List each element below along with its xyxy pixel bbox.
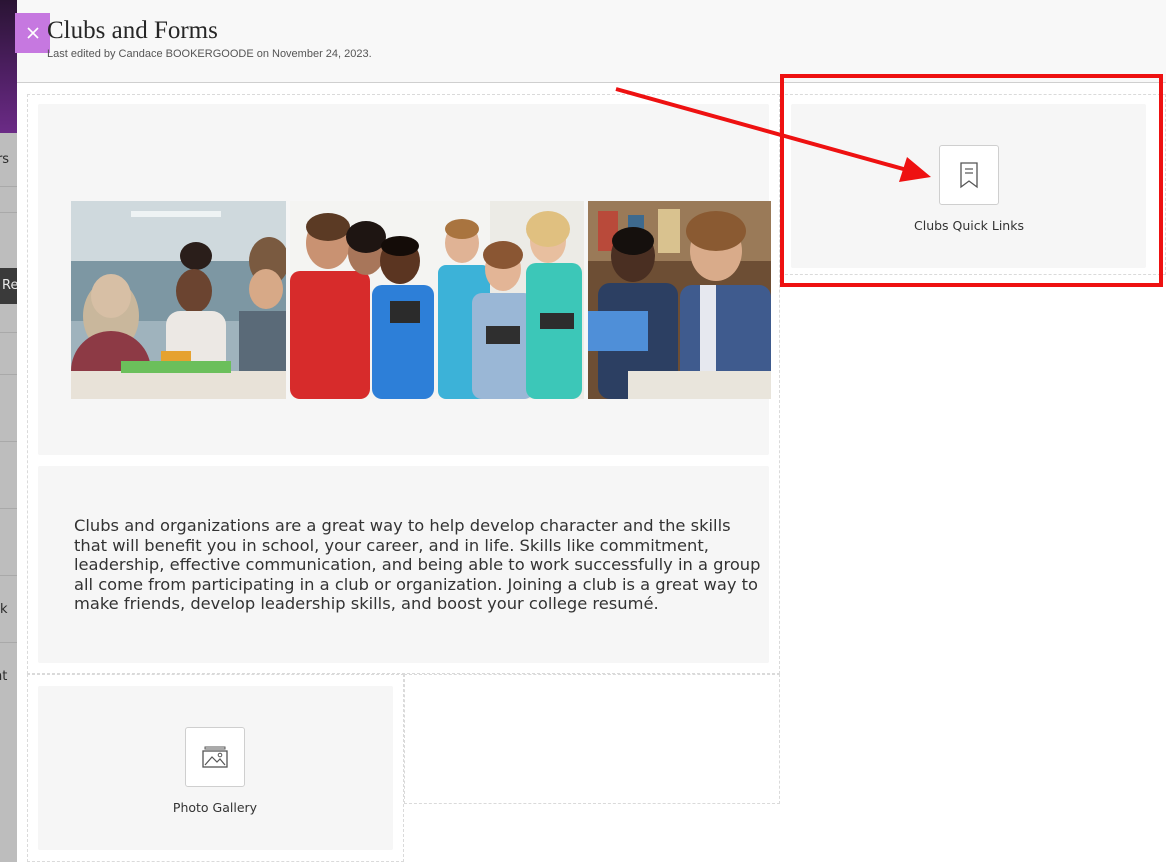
page-title: Clubs and Forms bbox=[47, 17, 218, 44]
photo-gallery-label: Photo Gallery bbox=[172, 800, 258, 815]
background-text: ors bbox=[0, 152, 10, 167]
banner-image-tile[interactable] bbox=[38, 104, 771, 455]
background-text: k bbox=[0, 602, 8, 617]
study-photo bbox=[588, 201, 771, 399]
background-page: ors Re k ent bbox=[0, 0, 17, 862]
close-button[interactable] bbox=[15, 13, 50, 53]
annotation-highlight-box bbox=[780, 74, 1163, 287]
background-text: ent bbox=[0, 669, 8, 684]
background-button: Re bbox=[0, 268, 17, 304]
background-text: Re bbox=[2, 278, 17, 293]
layout-cell bbox=[404, 674, 780, 804]
photo-gallery-button[interactable] bbox=[185, 727, 245, 787]
content-canvas: Clubs and organizations are a great way … bbox=[17, 74, 1166, 862]
content-editor-panel: Clubs and Forms Last edited by Candace B… bbox=[15, 0, 1166, 862]
panel-header: Clubs and Forms Last edited by Candace B… bbox=[15, 0, 1166, 83]
last-edited-info: Last edited by Candace BOOKERGOODE on No… bbox=[47, 48, 372, 60]
close-icon bbox=[26, 27, 39, 39]
body-text: Clubs and organizations are a great way … bbox=[74, 516, 761, 613]
image-gallery-icon bbox=[202, 746, 228, 768]
robotics-group-photo bbox=[290, 201, 584, 399]
classroom-photo bbox=[71, 201, 286, 399]
